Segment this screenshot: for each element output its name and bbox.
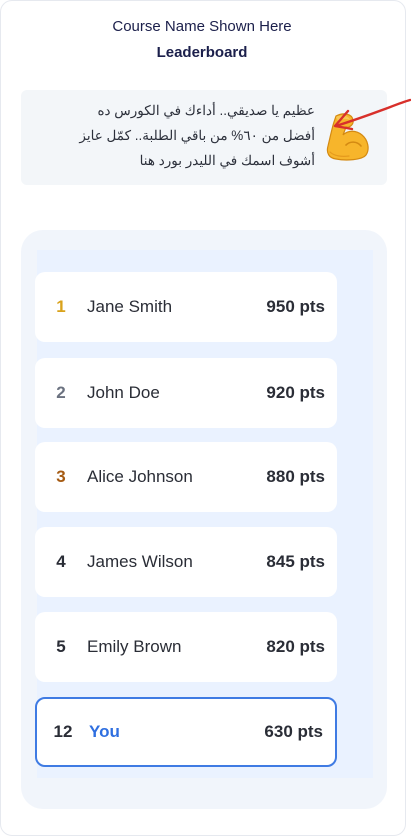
points-value: 820 pts	[266, 637, 325, 656]
points-value: 880 pts	[266, 467, 325, 486]
student-name: Jane Smith	[87, 297, 173, 316]
points-value: 920 pts	[266, 383, 325, 402]
rank-number: 5	[56, 637, 66, 656]
rank-number: 1	[56, 297, 66, 316]
leaderboard-row: 2 John Doe 920 pts	[35, 358, 337, 428]
leaderboard-row: 3 Alice Johnson 880 pts	[35, 442, 337, 512]
points-value: 845 pts	[266, 552, 325, 571]
leaderboard-row: 4 James Wilson 845 pts	[35, 527, 337, 597]
banner-line: أشوف اسمك في الليدر بورد هنا	[139, 153, 315, 168]
page-title: Leaderboard	[156, 44, 248, 61]
rank-number: 2	[56, 383, 66, 402]
current-user-row: 12 You 630 pts	[35, 697, 337, 767]
student-name: Emily Brown	[87, 637, 182, 656]
student-name: You	[89, 722, 120, 741]
student-name: Alice Johnson	[87, 467, 193, 486]
pointer-arrow	[333, 98, 411, 131]
leaderboard-row: 1 Jane Smith 950 pts	[35, 272, 337, 342]
rank-number: 3	[56, 467, 66, 486]
points-value: 950 pts	[266, 297, 325, 316]
student-name: John Doe	[87, 383, 160, 402]
banner-line: أفضل من ٦٠% من باقي الطلبة.. كمّل عايز	[79, 128, 315, 143]
banner-line: عظيم يا صديقي.. أداءك في الكورس ده	[97, 103, 315, 118]
course-name: Course Name Shown Here	[112, 18, 292, 35]
rank-number: 12	[53, 722, 73, 741]
points-value: 630 pts	[264, 722, 323, 741]
rank-number: 4	[56, 552, 66, 571]
student-name: James Wilson	[87, 552, 193, 571]
leaderboard-row: 5 Emily Brown 820 pts	[35, 612, 337, 682]
banner-message: عظيم يا صديقي.. أداءك في الكورس ده أفضل …	[29, 98, 315, 173]
